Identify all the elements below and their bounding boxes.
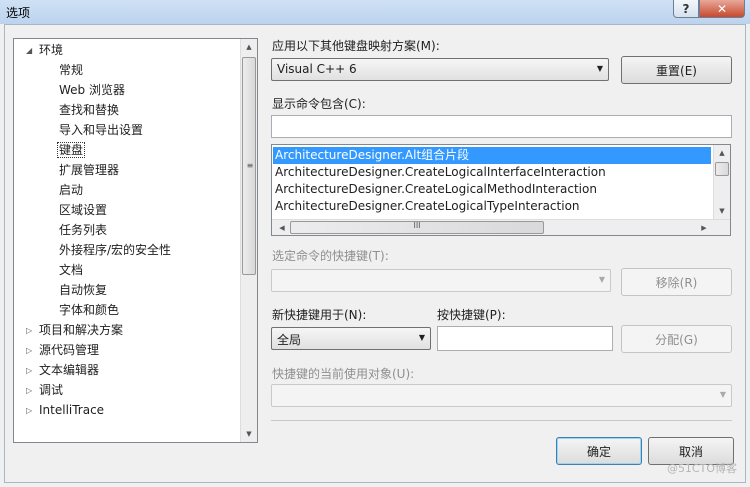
title-bar[interactable]: 选项 ? ✕ bbox=[0, 0, 750, 24]
chevron-down-icon: ▼ bbox=[418, 333, 425, 342]
collapsed-arrow-icon[interactable]: ▷ bbox=[26, 321, 32, 340]
tree-scrollbar[interactable]: ▲ ≡ ▼ bbox=[240, 39, 257, 442]
collapsed-arrow-icon[interactable]: ▷ bbox=[26, 341, 32, 360]
tree-item-label: 项目和解决方案 bbox=[39, 323, 124, 337]
separator bbox=[271, 420, 732, 421]
tree-item-label: 环境 bbox=[39, 43, 64, 57]
press-shortcut-label: 按快捷键(P): bbox=[437, 308, 506, 322]
grip-icon: ≡ bbox=[246, 161, 254, 170]
ok-button[interactable]: 确定 bbox=[556, 437, 642, 465]
tree-item-locale[interactable]: 区域设置 bbox=[59, 201, 107, 220]
tree-item-task-list[interactable]: 任务列表 bbox=[59, 221, 107, 240]
scroll-right-icon[interactable]: ▶ bbox=[696, 220, 712, 235]
scroll-left-icon[interactable]: ◀ bbox=[274, 220, 290, 235]
chevron-down-icon: ▼ bbox=[598, 275, 605, 284]
tree-item-find-replace[interactable]: 查找和替换 bbox=[59, 101, 119, 120]
shortcuts-select[interactable]: ▼ bbox=[271, 269, 611, 292]
close-button[interactable]: ✕ bbox=[699, 0, 745, 18]
tree-item-startup[interactable]: 启动 bbox=[59, 181, 83, 200]
window-title: 选项 bbox=[6, 6, 31, 20]
use-new-shortcut-select[interactable]: 全局 ▼ bbox=[271, 327, 431, 350]
commands-hscrollbar[interactable]: ◀ III ▶ bbox=[272, 219, 730, 235]
tree-item-label: 调试 bbox=[39, 383, 64, 397]
command-item[interactable]: ArchitectureDesigner.CreateLogicalMethod… bbox=[275, 181, 597, 198]
tree-item-documents[interactable]: 文档 bbox=[59, 261, 83, 280]
scroll-up-icon[interactable]: ▲ bbox=[241, 39, 257, 55]
mapping-scheme-value: Visual C++ 6 bbox=[277, 62, 357, 76]
tree-item-extension-manager[interactable]: 扩展管理器 bbox=[59, 161, 119, 180]
used-by-select[interactable]: ▼ bbox=[271, 384, 732, 407]
use-new-shortcut-value: 全局 bbox=[277, 333, 302, 347]
tree-item-general[interactable]: 常规 bbox=[59, 61, 83, 80]
tree-item-keyboard[interactable]: 键盘 bbox=[57, 141, 86, 160]
dialog-content: ◢ 环境 常规 Web 浏览器 查找和替换 导入和导出设置 键盘 扩展管理器 启… bbox=[4, 24, 746, 483]
tree-item-label: 源代码管理 bbox=[39, 343, 100, 357]
scroll-up-icon[interactable]: ▲ bbox=[714, 145, 730, 161]
mapping-scheme-label: 应用以下其他键盘映射方案(M): bbox=[272, 39, 440, 53]
used-by-label: 快捷键的当前使用对象(U): bbox=[272, 367, 415, 381]
scroll-down-icon[interactable]: ▼ bbox=[714, 203, 730, 219]
tree-item-label: 文本编辑器 bbox=[39, 363, 100, 377]
commands-filter-input[interactable] bbox=[271, 115, 732, 138]
tree-item-label: IntelliTrace bbox=[39, 403, 105, 417]
options-tree: ◢ 环境 常规 Web 浏览器 查找和替换 导入和导出设置 键盘 扩展管理器 启… bbox=[13, 38, 258, 443]
collapsed-arrow-icon[interactable]: ▷ bbox=[26, 381, 32, 400]
scroll-thumb[interactable] bbox=[715, 162, 729, 176]
chevron-down-icon: ▼ bbox=[596, 64, 603, 73]
scroll-thumb[interactable]: ≡ bbox=[242, 57, 256, 275]
assign-button[interactable]: 分配(G) bbox=[621, 325, 732, 353]
tree-item-web-browser[interactable]: Web 浏览器 bbox=[59, 81, 125, 100]
collapsed-arrow-icon[interactable]: ▷ bbox=[26, 361, 32, 380]
tree-item-fonts-colors[interactable]: 字体和颜色 bbox=[59, 301, 119, 320]
grip-icon: III bbox=[413, 221, 421, 230]
help-button[interactable]: ? bbox=[673, 0, 699, 18]
tree-item-label-selected: 键盘 bbox=[57, 142, 86, 158]
tree-item-addin-security[interactable]: 外接程序/宏的安全性 bbox=[59, 241, 171, 260]
options-dialog: 选项 ? ✕ ◢ 环境 常规 Web 浏览器 查找和替换 导入和导出设置 键盘 … bbox=[0, 0, 750, 487]
watermark: @51CTO博客 bbox=[666, 462, 737, 475]
command-item-selected[interactable]: ArchitectureDesigner.Alt组合片段 bbox=[273, 147, 711, 164]
tree-item-autorecover[interactable]: 自动恢复 bbox=[59, 281, 107, 300]
command-item[interactable]: ArchitectureDesigner.CreateLogicalInterf… bbox=[275, 164, 606, 181]
chevron-down-icon: ▼ bbox=[719, 390, 726, 399]
reset-button[interactable]: 重置(E) bbox=[621, 56, 732, 84]
mapping-scheme-select[interactable]: Visual C++ 6 ▼ bbox=[271, 58, 609, 81]
scroll-down-icon[interactable]: ▼ bbox=[241, 426, 257, 442]
scroll-thumb[interactable]: III bbox=[290, 221, 544, 234]
commands-vscrollbar[interactable]: ▲ ▼ bbox=[713, 145, 730, 219]
use-new-shortcut-label: 新快捷键用于(N): bbox=[272, 308, 367, 322]
show-commands-label: 显示命令包含(C): bbox=[272, 97, 366, 111]
command-item[interactable]: ArchitectureDesigner.CreateLogicalTypeIn… bbox=[275, 198, 580, 215]
commands-list[interactable]: ArchitectureDesigner.Alt组合片段 Architectur… bbox=[271, 144, 731, 236]
expanded-arrow-icon[interactable]: ◢ bbox=[26, 41, 32, 60]
press-shortcut-input[interactable] bbox=[437, 326, 613, 351]
tree-item-import-export[interactable]: 导入和导出设置 bbox=[59, 121, 143, 140]
remove-button[interactable]: 移除(R) bbox=[621, 268, 732, 296]
shortcuts-label: 选定命令的快捷键(T): bbox=[272, 249, 389, 263]
collapsed-arrow-icon[interactable]: ▷ bbox=[26, 401, 32, 420]
